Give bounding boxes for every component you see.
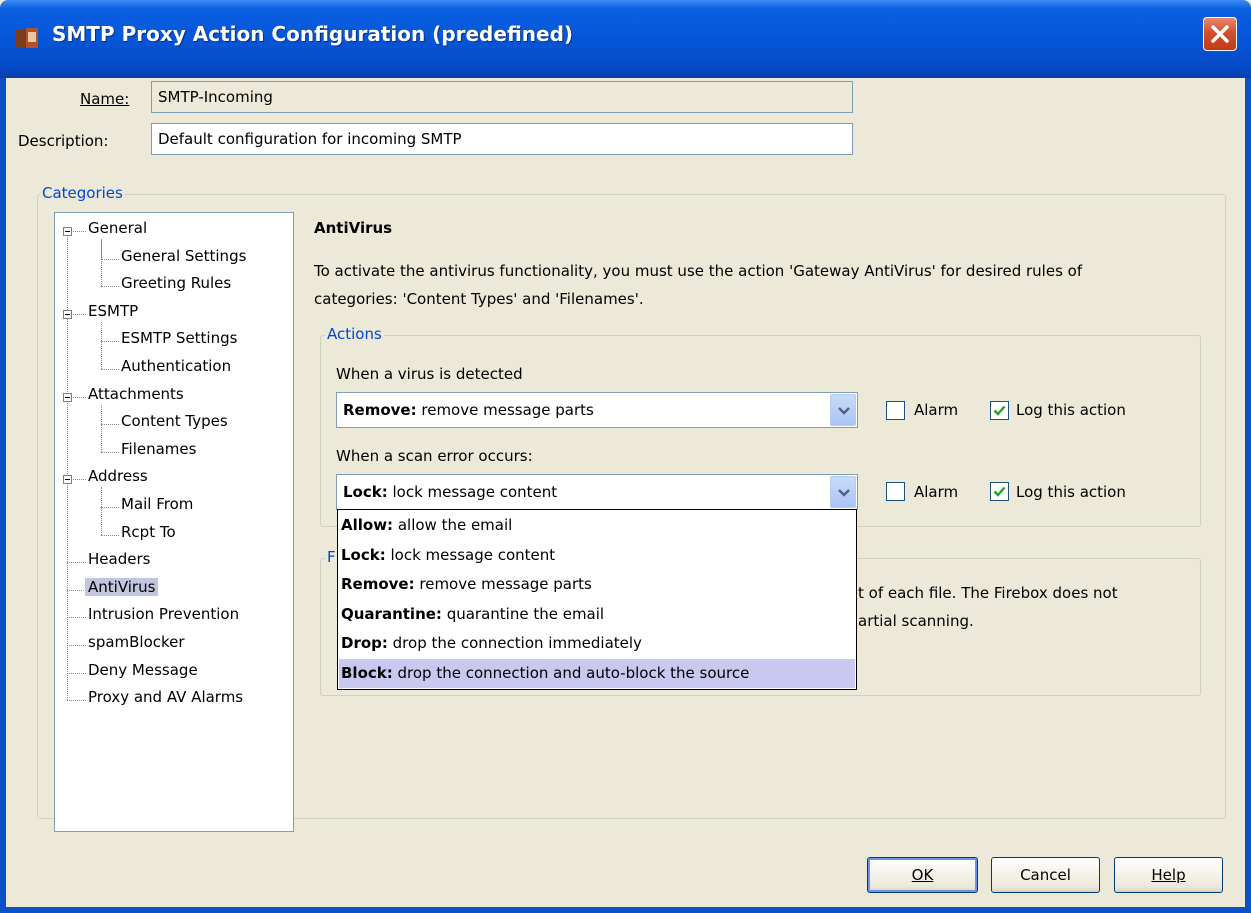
- tree-connector: [101, 487, 102, 535]
- tree-item[interactable]: Headers: [88, 550, 150, 568]
- file-scan-text-line1: t of each file. The Firebox does not: [858, 584, 1118, 602]
- tree-connector: [101, 507, 119, 508]
- description-field[interactable]: Default configuration for incoming SMTP: [151, 123, 853, 155]
- scan-error-alarm-checkbox[interactable]: [886, 482, 905, 501]
- scan-error-alarm-label: Alarm: [914, 483, 959, 501]
- collapse-toggle-icon[interactable]: [63, 392, 72, 402]
- tree-connector: [101, 239, 102, 287]
- description-label: Description:: [18, 132, 109, 150]
- window-title: SMTP Proxy Action Configuration (predefi…: [52, 22, 574, 46]
- collapse-toggle-icon[interactable]: [63, 227, 72, 236]
- close-button[interactable]: [1203, 17, 1237, 51]
- dropdown-option[interactable]: Remove: remove message parts: [339, 570, 855, 599]
- tree-item[interactable]: Address: [88, 467, 148, 485]
- tree-connector: [101, 404, 102, 452]
- file-scan-text-line2: artial scanning.: [858, 612, 974, 630]
- dropdown-option[interactable]: Quarantine: quarantine the email: [339, 600, 855, 629]
- chevron-down-icon: [838, 489, 850, 497]
- name-label-text: Name:: [80, 90, 130, 108]
- dropdown-option[interactable]: Lock: lock message content: [339, 541, 855, 570]
- virus-log-checkbox[interactable]: [990, 401, 1009, 420]
- scan-error-selected-value: Lock: lock message content: [343, 483, 558, 501]
- tree-connector: [67, 700, 86, 702]
- tree-item[interactable]: spamBlocker: [88, 633, 185, 651]
- collapse-toggle-icon[interactable]: [63, 475, 72, 485]
- tree-connector: [67, 231, 68, 701]
- virus-action-select[interactable]: Remove: remove message parts: [336, 392, 858, 428]
- virus-action-dropdown-button[interactable]: [830, 394, 856, 426]
- dropdown-option[interactable]: Block: drop the connection and auto-bloc…: [339, 658, 855, 688]
- tree-connector: [67, 645, 86, 646]
- scan-error-dropdown-list[interactable]: Allow: allow the email Lock: lock message…: [337, 509, 857, 690]
- tree-connector: [101, 534, 119, 536]
- chevron-down-icon: [838, 407, 850, 415]
- tree-item[interactable]: Greeting Rules: [121, 274, 231, 292]
- scan-error-dropdown-button[interactable]: [830, 476, 856, 508]
- window-frame-right: [1245, 78, 1251, 913]
- tree-connector: [101, 321, 102, 369]
- app-icon: [14, 24, 42, 52]
- tree-item[interactable]: AntiVirus: [85, 577, 159, 596]
- tree-item[interactable]: ESMTP: [88, 302, 138, 320]
- dropdown-option[interactable]: Allow: allow the email: [339, 511, 855, 540]
- scan-error-label: When a scan error occurs:: [336, 447, 533, 465]
- scan-error-log-checkbox[interactable]: [990, 482, 1009, 501]
- close-icon: [1211, 25, 1229, 43]
- scan-error-log-label: Log this action: [1016, 483, 1126, 501]
- tree-item[interactable]: Mail From: [121, 495, 193, 513]
- tree-connector: [67, 617, 86, 619]
- tree-connector: [101, 451, 119, 453]
- actions-legend: Actions: [325, 325, 384, 343]
- tree-connector: [67, 589, 86, 591]
- collapse-toggle-icon[interactable]: [63, 309, 72, 319]
- tree-connector: [101, 424, 119, 426]
- tree-connector: [67, 562, 86, 564]
- categories-legend: Categories: [40, 184, 125, 202]
- cancel-button[interactable]: Cancel: [991, 857, 1100, 893]
- tree-item[interactable]: Proxy and AV Alarms: [88, 688, 243, 706]
- help-button[interactable]: Help: [1114, 857, 1223, 893]
- tree-item[interactable]: Content Types: [121, 412, 228, 430]
- virus-action-selected-value: Remove: remove message parts: [343, 401, 594, 419]
- virus-alarm-checkbox[interactable]: [886, 401, 905, 420]
- tree-item[interactable]: Deny Message: [88, 661, 198, 679]
- help-button-label: Help: [1151, 866, 1186, 884]
- tree-item[interactable]: Authentication: [121, 357, 231, 375]
- ok-button-label: OK: [911, 866, 934, 884]
- virus-detected-label: When a virus is detected: [336, 365, 523, 383]
- category-tree[interactable]: General General Settings Greeting Rules ESM…: [54, 212, 294, 832]
- antivirus-intro-line2: categories: 'Content Types' and 'Filenam…: [314, 290, 644, 308]
- tree-item[interactable]: General: [88, 219, 147, 237]
- tree-connector: [101, 341, 119, 343]
- file-scan-legend: F: [325, 548, 338, 566]
- dropdown-option[interactable]: Drop: drop the connection immediately: [339, 629, 855, 658]
- scan-error-action-select[interactable]: Lock: lock message content: [336, 474, 858, 510]
- checkmark-icon: [993, 405, 1006, 416]
- tree-item[interactable]: Filenames: [121, 440, 196, 458]
- tree-connector: [101, 369, 119, 370]
- antivirus-intro-line1: To activate the antivirus functionality,…: [314, 262, 1083, 280]
- ok-button[interactable]: OK: [867, 857, 978, 893]
- tree-item[interactable]: Intrusion Prevention: [88, 605, 239, 623]
- antivirus-heading: AntiVirus: [314, 219, 393, 237]
- tree-item[interactable]: ESMTP Settings: [121, 329, 237, 347]
- tree-item[interactable]: Rcpt To: [121, 523, 176, 541]
- virus-alarm-label: Alarm: [914, 401, 959, 419]
- tree-connector: [67, 672, 86, 674]
- window-frame-left: [0, 78, 6, 913]
- tree-connector: [101, 258, 119, 260]
- virus-log-label: Log this action: [1016, 401, 1126, 419]
- name-field[interactable]: SMTP-Incoming: [151, 81, 853, 113]
- name-label: Name:: [80, 90, 129, 108]
- tree-item[interactable]: General Settings: [121, 247, 246, 265]
- tree-connector: [101, 286, 119, 288]
- checkmark-icon: [993, 486, 1006, 497]
- tree-item[interactable]: Attachments: [88, 385, 184, 403]
- window-frame-bottom: [0, 907, 1251, 913]
